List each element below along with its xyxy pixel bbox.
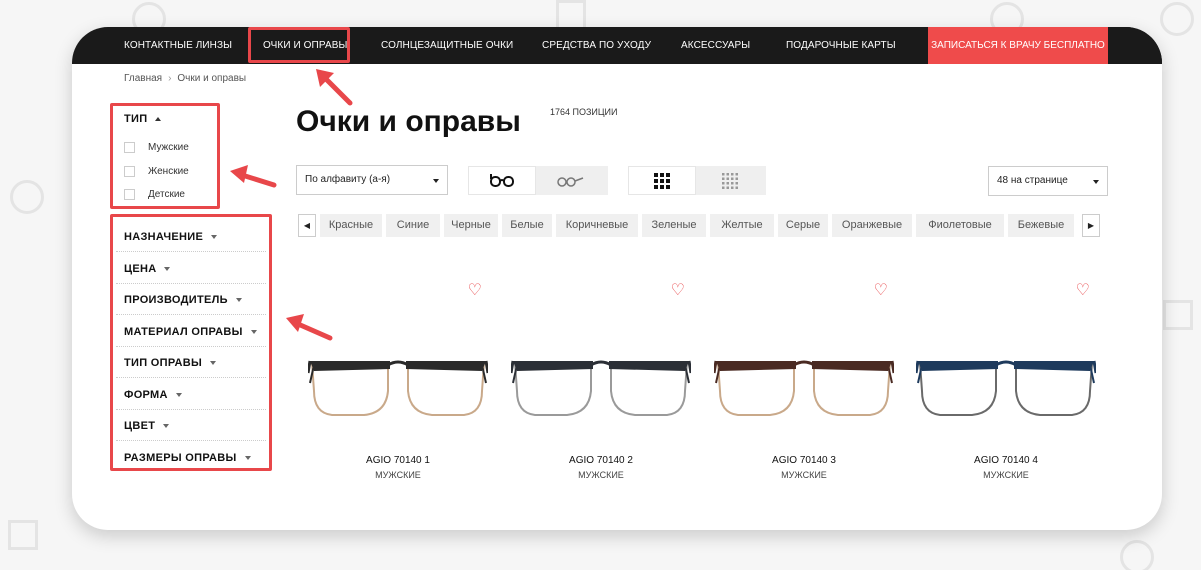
background-square-decoration [8,520,38,550]
breadcrumb-current: Очки и оправы [177,73,247,84]
background-square-decoration [1163,300,1193,330]
glasses-product-image [308,360,488,416]
grid-small-icon [722,172,738,189]
chips-next-button[interactable]: ▶ [1082,214,1100,237]
chevron-down-icon [433,179,439,183]
product-type: МУЖСКИЕ [578,470,624,480]
top-navigation: КОНТАКТНЫЕ ЛИНЗЫ ОЧКИ И ОПРАВЫ СОЛНЦЕЗАЩ… [72,27,1162,64]
product-name[interactable]: AGIO 70140 4 [910,455,1102,466]
color-chip[interactable]: Зеленые [642,214,706,237]
color-chip[interactable]: Черные [444,214,498,237]
main-card: КОНТАКТНЫЕ ЛИНЗЫ ОЧКИ И ОПРАВЫ СОЛНЦЕЗАЩ… [72,27,1162,530]
grid-view-toggle [628,166,766,195]
glasses-product-image [511,360,691,416]
frame-view-toggle [468,166,608,195]
nav-item-gift-cards[interactable]: ПОДАРОЧНЫЕ КАРТЫ [786,27,896,64]
color-chip[interactable]: Оранжевые [832,214,912,237]
grid-large-option[interactable] [628,166,696,195]
breadcrumb-separator: › [168,73,172,84]
color-chip[interactable]: Синие [386,214,440,237]
background-circle-decoration [1160,2,1194,36]
favorite-heart-icon[interactable]: ♡ [671,283,685,299]
favorite-heart-icon[interactable]: ♡ [874,283,888,299]
product-name[interactable]: AGIO 70140 3 [708,455,900,466]
product-card[interactable]: ♡ AGIO 70140 4 МУЖСКИЕ [910,277,1102,480]
glasses-side-icon [557,176,584,187]
breadcrumb-home-link[interactable]: Главная [124,73,162,84]
sort-select-value: По алфавиту (а-я) [305,174,391,185]
highlight-box-type-filter [110,103,220,209]
per-page-select-value: 48 на странице [997,175,1068,186]
book-doctor-button[interactable]: ЗАПИСАТЬСЯ К ВРАЧУ БЕСПЛАТНО [928,27,1108,64]
sort-select[interactable]: По алфавиту (а-я) [296,165,448,195]
product-card[interactable]: ♡ AGIO 70140 1 МУЖСКИЕ [302,277,494,480]
nav-item-care-products[interactable]: СРЕДСТВА ПО УХОДУ [542,27,651,64]
product-name[interactable]: AGIO 70140 1 [302,455,494,466]
nav-item-contact-lenses[interactable]: КОНТАКТНЫЕ ЛИНЗЫ [124,27,232,64]
color-chip[interactable]: Бежевые [1008,214,1074,237]
favorite-heart-icon[interactable]: ♡ [1076,283,1090,299]
background-circle-decoration [1120,540,1154,570]
highlight-box-filter-groups [110,214,272,471]
annotation-arrow-icon [316,69,353,106]
grid-large-icon [654,172,670,189]
product-card[interactable]: ♡ AGIO 70140 3 МУЖСКИЕ [708,277,900,480]
highlight-box-nav [248,27,350,63]
chevron-down-icon [1093,180,1099,184]
product-name[interactable]: AGIO 70140 2 [505,455,697,466]
product-type: МУЖСКИЕ [983,470,1029,480]
background-circle-decoration [10,180,44,214]
color-chip[interactable]: Коричневые [556,214,638,237]
nav-item-sunglasses[interactable]: СОЛНЦЕЗАЩИТНЫЕ ОЧКИ [381,27,513,64]
nav-right-edge [1108,27,1162,64]
nav-item-accessories[interactable]: АКСЕССУАРЫ [681,27,750,64]
item-count: 1764 ПОЗИЦИИ [550,107,618,117]
breadcrumb: Главная › Очки и оправы [124,73,246,84]
color-chip[interactable]: Серые [778,214,828,237]
per-page-select[interactable]: 48 на странице [988,166,1108,196]
color-chip[interactable]: Фиолетовые [916,214,1004,237]
background-square-decoration [556,0,586,30]
product-type: МУЖСКИЕ [781,470,827,480]
grid-small-option[interactable] [696,166,764,195]
glasses-icon [490,173,514,187]
page-title: Очки и оправы [296,105,521,138]
glasses-view-option[interactable] [468,166,536,195]
color-chip[interactable]: Белые [502,214,552,237]
frame-view-option[interactable] [536,166,604,195]
color-chip[interactable]: Красные [320,214,382,237]
glasses-product-image [916,360,1096,416]
favorite-heart-icon[interactable]: ♡ [468,283,482,299]
annotation-arrow-icon [230,165,277,188]
product-type: МУЖСКИЕ [375,470,421,480]
product-card[interactable]: ♡ AGIO 70140 2 МУЖСКИЕ [505,277,697,480]
color-chip[interactable]: Желтые [710,214,774,237]
glasses-product-image [714,360,894,416]
chips-prev-button[interactable]: ◀ [298,214,316,237]
